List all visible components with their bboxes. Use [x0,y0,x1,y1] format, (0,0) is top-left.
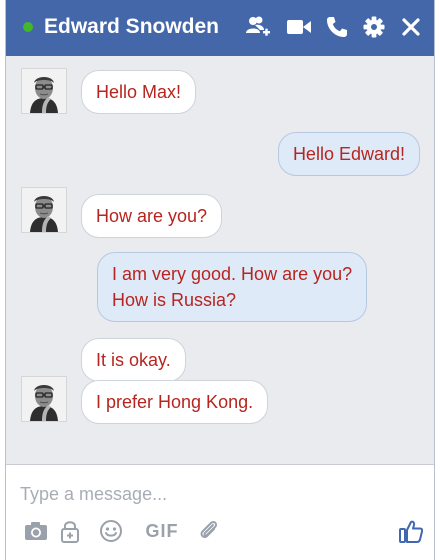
incoming-message-bubble[interactable]: How are you? [81,194,223,238]
message-text: Hello Max! [96,82,182,102]
message-text-line: I am very good. How are you? [112,264,353,284]
message-text: Hello Edward! [292,144,405,164]
message-composer: GIF [6,464,434,560]
gif-label: GIF [145,520,179,541]
video-call-icon[interactable] [287,14,311,40]
online-status-indicator [23,22,33,32]
phone-icon[interactable] [325,14,349,40]
camera-icon[interactable] [23,517,49,545]
conversation[interactable]: Hello Max! Hello Edward! How are you? I … [6,56,434,464]
contact-avatar[interactable] [21,376,67,422]
attachment-icon[interactable] [196,517,222,545]
close-icon[interactable] [399,14,423,40]
incoming-message-bubble[interactable]: Hello Max! [81,70,197,114]
add-friend-icon[interactable] [246,14,270,40]
message-text: I prefer Hong Kong. [96,392,254,412]
lock-icon[interactable] [58,517,82,545]
contact-avatar[interactable] [21,187,67,233]
like-icon[interactable] [398,517,424,545]
message-text: It is okay. [96,350,171,370]
message-text: How are you? [96,206,208,226]
gif-icon[interactable]: GIF [142,517,182,545]
contact-avatar[interactable] [21,68,67,114]
outgoing-message-bubble[interactable]: I am very good. How are you? How is Russ… [97,252,368,322]
incoming-message-bubble[interactable]: It is okay. [81,338,186,382]
incoming-message-bubble[interactable]: I prefer Hong Kong. [81,380,269,424]
outgoing-message-bubble[interactable]: Hello Edward! [277,132,420,176]
emoji-icon[interactable] [98,517,124,545]
chat-header[interactable]: Edward Snowden [6,0,434,56]
message-input[interactable] [20,479,400,509]
message-text-line: How is Russia? [112,290,237,310]
contact-name[interactable]: Edward Snowden [44,12,219,42]
gear-icon[interactable] [362,14,386,40]
chat-window: Edward Snowden Hello Max! Hello Edward! … [5,0,435,560]
